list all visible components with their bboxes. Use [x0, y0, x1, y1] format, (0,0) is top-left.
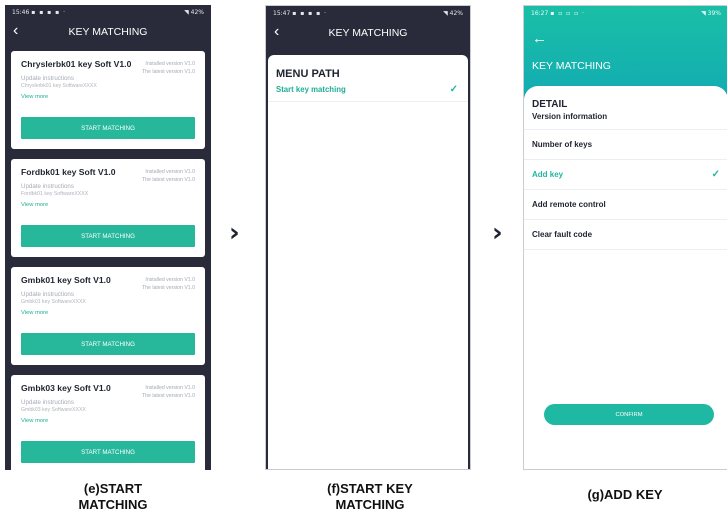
view-more-link[interactable]: View more: [21, 418, 195, 424]
view-more-link[interactable]: View more: [21, 202, 195, 208]
signal-icon: ◥: [443, 9, 448, 17]
menu-path-panel: MENU PATH Start key matching ✓: [268, 55, 468, 469]
status-bar: 15:47 ▪ ▪ ▪ ▪ · ◥ 42%: [266, 6, 470, 20]
page-title: KEY MATCHING: [328, 27, 408, 39]
status-time: 15:46: [12, 8, 30, 16]
phone-screen-start-matching: 15:46 ▪ ▪ ▪ ▪ · ◥ 42% ‹ KEY MATCHING Chr…: [5, 5, 211, 470]
start-matching-button[interactable]: START MATCHING: [21, 333, 195, 355]
status-time: 15:47: [273, 9, 291, 17]
software-card: Chryslerbk01 key Soft V1.0 Installed ver…: [11, 51, 205, 149]
start-matching-button[interactable]: START MATCHING: [21, 117, 195, 139]
caption-e: (e)START MATCHING: [78, 481, 148, 512]
section-heading: MENU PATH: [276, 68, 340, 80]
back-arrow-icon[interactable]: ←: [532, 30, 547, 47]
back-arrow-icon[interactable]: ‹: [274, 23, 279, 41]
phone-screen-menu-path: 15:47 ▪ ▪ ▪ ▪ · ◥ 42% ‹ KEY MATCHING MEN…: [265, 5, 471, 470]
status-time: 16:27: [531, 9, 549, 17]
latest-version: The latest version V1.0: [141, 177, 195, 183]
status-bar: 16:27 ▪ ▫ ▫ ▫ · ◥ 39%: [524, 6, 727, 20]
menu-item-start-key-matching[interactable]: Start key matching ✓: [268, 80, 468, 102]
software-description: Chryslerbk01 key SoftwareXXXX: [21, 83, 97, 89]
software-description: Gmbk01 key SoftwareXXXX: [21, 299, 86, 305]
latest-version: The latest version V1.0: [141, 69, 195, 75]
view-more-link[interactable]: View more: [21, 310, 195, 316]
signal-icon: ◥: [701, 9, 706, 17]
menu-item-label: Add remote control: [532, 200, 606, 209]
menu-item-label: Start key matching: [276, 85, 346, 94]
detail-panel: DETAIL Version information Number of key…: [524, 86, 727, 469]
chevron-right-icon: ›: [229, 218, 240, 248]
software-list: Chryslerbk01 key Soft V1.0 Installed ver…: [11, 51, 205, 470]
update-instructions-label: Update instructions: [21, 291, 74, 298]
menu-item-label: Add key: [532, 170, 564, 179]
latest-version: The latest version V1.0: [141, 393, 195, 399]
status-notification-icons: ▪ ▪ ▪ ▪ ·: [292, 9, 328, 17]
software-card: Gmbk03 key Soft V1.0 Installed version V…: [11, 375, 205, 470]
installed-version: Installed version V1.0: [145, 277, 195, 283]
confirm-button[interactable]: CONFIRM: [544, 404, 714, 425]
menu-item-label: Version information: [532, 112, 608, 121]
latest-version: The latest version V1.0: [141, 285, 195, 291]
title-bar: ‹ KEY MATCHING: [266, 20, 470, 46]
page-title: KEY MATCHING: [68, 26, 148, 38]
software-description: Fordbk01 key SoftwareXXXX: [21, 191, 89, 197]
battery-level: 39%: [707, 9, 721, 17]
checkmark-icon: ✓: [711, 169, 720, 180]
menu-item-number-of-keys[interactable]: Number of keys: [524, 130, 727, 160]
installed-version: Installed version V1.0: [145, 169, 195, 175]
status-bar: 15:46 ▪ ▪ ▪ ▪ · ◥ 42%: [5, 5, 211, 19]
menu-item-add-key[interactable]: Add key ✓: [524, 160, 727, 190]
update-instructions-label: Update instructions: [21, 75, 74, 82]
status-notification-icons: ▪ ▫ ▫ ▫ ·: [550, 9, 586, 17]
stage: 15:46 ▪ ▪ ▪ ▪ · ◥ 42% ‹ KEY MATCHING Chr…: [0, 0, 727, 513]
battery-level: 42%: [449, 9, 463, 17]
menu-item-add-remote-control[interactable]: Add remote control: [524, 190, 727, 220]
checkmark-icon: ✓: [449, 84, 458, 95]
menu-item-clear-fault-code[interactable]: Clear fault code: [524, 220, 727, 250]
installed-version: Installed version V1.0: [145, 61, 195, 67]
menu-item-label: Clear fault code: [532, 230, 593, 239]
caption-f: (f)START KEY MATCHING: [327, 481, 413, 512]
title-bar: ‹ KEY MATCHING: [5, 19, 211, 45]
software-card: Gmbk01 key Soft V1.0 Installed version V…: [11, 267, 205, 365]
status-notification-icons: ▪ ▪ ▪ ▪ ·: [31, 8, 67, 16]
update-instructions-label: Update instructions: [21, 399, 74, 406]
battery-level: 42%: [190, 8, 204, 16]
start-matching-button[interactable]: START MATCHING: [21, 441, 195, 463]
installed-version: Installed version V1.0: [145, 385, 195, 391]
section-heading: DETAIL: [532, 99, 568, 110]
back-arrow-icon[interactable]: ‹: [13, 22, 18, 40]
software-description: Gmbk03 key SoftwareXXXX: [21, 407, 86, 413]
start-matching-button[interactable]: START MATCHING: [21, 225, 195, 247]
chevron-right-icon: ›: [492, 218, 503, 248]
software-card: Fordbk01 key Soft V1.0 Installed version…: [11, 159, 205, 257]
menu-item-version-information[interactable]: Version information: [524, 110, 727, 130]
page-title: KEY MATCHING: [532, 60, 611, 72]
view-more-link[interactable]: View more: [21, 94, 195, 100]
signal-icon: ◥: [184, 8, 189, 16]
caption-g: (g)ADD KEY: [587, 487, 663, 502]
menu-item-label: Number of keys: [532, 140, 593, 149]
update-instructions-label: Update instructions: [21, 183, 74, 190]
phone-screen-add-key: 16:27 ▪ ▫ ▫ ▫ · ◥ 39% ← KEY MATCHING DET…: [523, 5, 727, 470]
